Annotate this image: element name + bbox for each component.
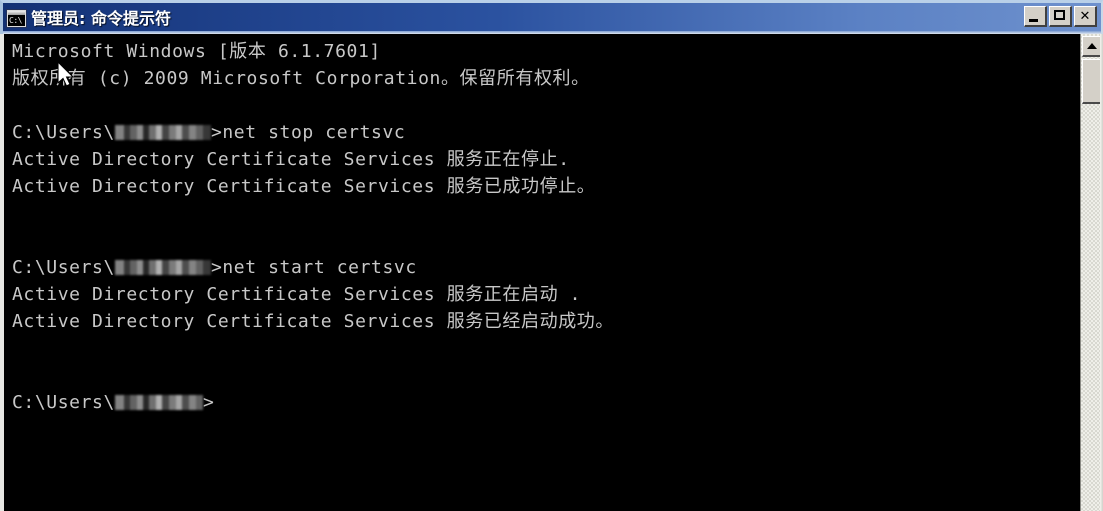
prompt-command: > [202,392,215,413]
terminal-prompt-line: C:\Users\ >net stop certsvc [12,119,614,146]
prompt-path: C:\Users\ [12,392,115,413]
redacted-username [114,260,211,275]
terminal-line: Active Directory Certificate Services 服务… [12,284,582,305]
window-controls: ✕ [1024,6,1097,27]
terminal-text: Microsoft Windows [版本 6.1.7601] 版权所有 (c) … [12,38,614,416]
terminal-line: Active Directory Certificate Services 服务… [12,176,596,197]
prompt-path: C:\Users\ [12,122,115,143]
close-icon: ✕ [1079,8,1091,24]
window-titlebar[interactable]: C:\ 管理员: 命令提示符 ✕ [0,0,1103,34]
terminal-line: 版权所有 (c) 2009 Microsoft Corporation。保留所有… [12,68,590,89]
minimize-icon [1029,19,1038,22]
prompt-command: >net stop certsvc [210,122,406,143]
minimize-button[interactable] [1024,6,1047,27]
close-button[interactable]: ✕ [1074,6,1097,27]
console-inner: Microsoft Windows [版本 6.1.7601] 版权所有 (c) … [8,34,1103,511]
maximize-icon [1054,10,1065,20]
prompt-command: >net start certsvc [210,257,417,278]
terminal-line: Microsoft Windows [版本 6.1.7601] [12,41,381,62]
terminal-line: Active Directory Certificate Services 服务… [12,149,570,170]
chevron-up-icon [1087,43,1097,49]
terminal-line: Active Directory Certificate Services 服务… [12,311,615,332]
command-prompt-window: C:\ 管理员: 命令提示符 ✕ Microsoft Windows [版本 6… [0,0,1103,511]
cmd-icon-bar [8,11,25,15]
prompt-path: C:\Users\ [12,257,115,278]
terminal-prompt-line: C:\Users\ >net start certsvc [12,254,614,281]
cmd-icon-text: C:\ [9,16,22,25]
terminal-prompt-line: C:\Users\ > [12,389,614,416]
window-title: 管理员: 命令提示符 [31,8,171,28]
cmd-icon[interactable]: C:\ [7,10,26,27]
redacted-username [114,395,203,410]
console-output-area[interactable]: Microsoft Windows [版本 6.1.7601] 版权所有 (c) … [0,34,1103,511]
maximize-button[interactable] [1049,6,1072,27]
redacted-username [114,125,211,140]
